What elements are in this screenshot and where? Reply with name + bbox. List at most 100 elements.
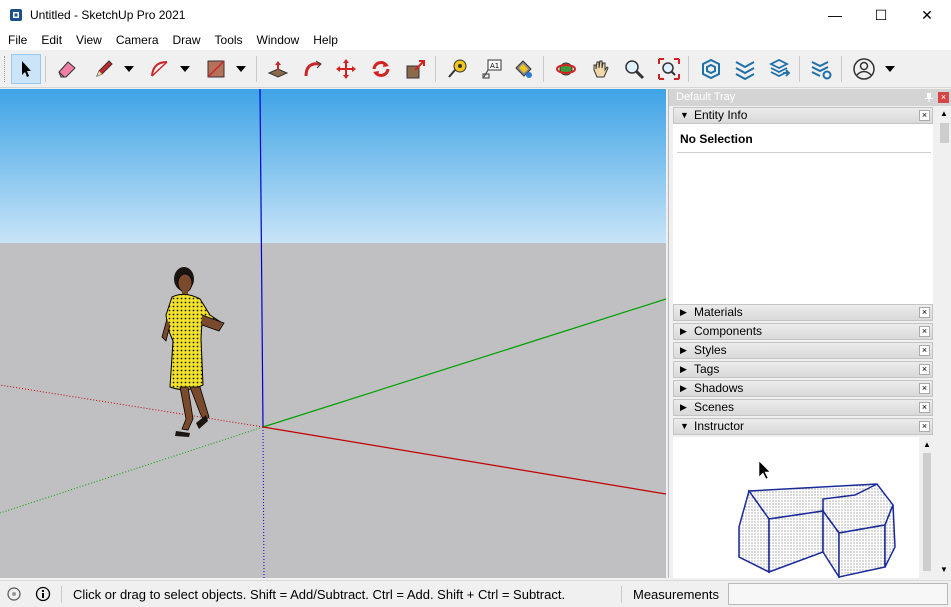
panel-close-button[interactable]: × <box>919 383 930 394</box>
menu-tools[interactable]: Tools <box>208 30 250 50</box>
panel-label: Instructor <box>694 419 745 433</box>
eraser-tool-button[interactable] <box>52 54 82 84</box>
info-icon[interactable] <box>35 586 51 602</box>
panel-materials-header[interactable]: ▶ Materials × <box>673 304 933 321</box>
follow-me-tool-button[interactable] <box>298 54 328 84</box>
panel-close-button[interactable]: × <box>919 402 930 413</box>
expand-arrow-icon: ▶ <box>680 364 687 374</box>
panel-label: Scenes <box>694 400 735 414</box>
tray-header: Default Tray × <box>669 89 951 106</box>
rectangle-tool-button[interactable] <box>201 54 231 84</box>
menu-help[interactable]: Help <box>306 30 345 50</box>
paint-bucket-tool-button[interactable] <box>508 54 538 84</box>
scale-icon <box>406 60 425 79</box>
tape-measure-tool-button[interactable] <box>442 54 472 84</box>
menu-file[interactable]: File <box>1 30 34 50</box>
3d-warehouse-button[interactable] <box>696 54 726 84</box>
instructor-body <box>673 437 919 578</box>
extension-manager-icon <box>811 61 832 80</box>
panel-close-button[interactable]: × <box>919 345 930 356</box>
extension-warehouse-icon <box>735 61 755 80</box>
minimize-button[interactable]: — <box>812 0 858 30</box>
menu-view[interactable]: View <box>69 30 109 50</box>
panel-instructor-header[interactable]: ▼ Instructor × <box>673 418 933 435</box>
orbit-tool-button[interactable] <box>551 54 581 84</box>
rectangle-dropdown[interactable] <box>234 54 248 84</box>
panel-shadows-header[interactable]: ▶ Shadows × <box>673 380 933 397</box>
panel-label: Entity Info <box>694 108 748 122</box>
zoom-extents-icon <box>658 58 680 80</box>
zoom-tool-button[interactable] <box>619 54 649 84</box>
tape-measure-icon <box>448 59 467 78</box>
status-divider <box>621 586 622 603</box>
panel-close-button[interactable]: × <box>919 110 930 121</box>
account-dropdown[interactable] <box>883 54 897 84</box>
measurements-input[interactable] <box>728 583 948 605</box>
toolbar-separator <box>841 56 842 82</box>
menu-window[interactable]: Window <box>250 30 307 50</box>
account-button[interactable] <box>849 54 879 84</box>
panel-close-button[interactable]: × <box>919 307 930 318</box>
title-bar: Untitled - SketchUp Pro 2021 — ☐ ✕ <box>0 0 951 30</box>
pan-tool-button[interactable] <box>585 54 615 84</box>
menu-camera[interactable]: Camera <box>109 30 166 50</box>
instructor-scrollbar[interactable]: ▲ <box>920 437 934 578</box>
pin-icon[interactable] <box>924 92 934 102</box>
pencil-tool-button[interactable] <box>89 54 119 84</box>
scroll-down-icon[interactable]: ▼ <box>940 565 948 574</box>
panel-tags-header[interactable]: ▶ Tags × <box>673 361 933 378</box>
sketchup-window: Untitled - SketchUp Pro 2021 — ☐ ✕ File … <box>0 0 951 607</box>
menu-edit[interactable]: Edit <box>34 30 69 50</box>
scale-figure[interactable] <box>161 267 225 437</box>
panel-close-button[interactable]: × <box>919 364 930 375</box>
toolbar-separator <box>435 56 436 82</box>
send-to-layout-button[interactable] <box>765 54 795 84</box>
panel-entity-info-header[interactable]: ▼ Entity Info × <box>673 107 933 124</box>
move-tool-button[interactable] <box>331 54 361 84</box>
measurements-label: Measurements <box>633 587 719 602</box>
scroll-thumb[interactable] <box>923 453 931 571</box>
tray-scrollbar[interactable]: ▲ ▼ <box>937 107 951 578</box>
toolbar-grip[interactable] <box>4 56 7 82</box>
paint-bucket-icon <box>515 60 532 78</box>
tray-close-button[interactable]: × <box>938 92 949 103</box>
select-tool-button[interactable] <box>11 54 41 84</box>
scale-tool-button[interactable] <box>401 54 431 84</box>
orbit-icon <box>556 62 576 76</box>
arc-tool-button[interactable] <box>145 54 175 84</box>
selection-status: No Selection <box>680 132 753 146</box>
panel-components-header[interactable]: ▶ Components × <box>673 323 933 340</box>
modeling-viewport[interactable] <box>0 89 666 578</box>
rotate-tool-button[interactable] <box>366 54 396 84</box>
divider <box>677 152 931 153</box>
extension-warehouse-button[interactable] <box>730 54 760 84</box>
arc-dropdown[interactable] <box>178 54 192 84</box>
push-pull-tool-button[interactable] <box>263 54 293 84</box>
rotate-icon <box>372 61 390 77</box>
pencil-dropdown[interactable] <box>122 54 136 84</box>
geo-location-icon[interactable] <box>6 586 22 602</box>
chevron-down-icon <box>236 66 246 72</box>
maximize-button[interactable]: ☐ <box>858 0 904 30</box>
panel-scenes-header[interactable]: ▶ Scenes × <box>673 399 933 416</box>
arc-icon <box>151 61 168 77</box>
panel-close-button[interactable]: × <box>919 421 930 432</box>
scroll-up-icon[interactable]: ▲ <box>940 109 948 118</box>
extension-manager-button[interactable] <box>806 54 836 84</box>
zoom-extents-tool-button[interactable] <box>654 54 684 84</box>
scroll-thumb[interactable] <box>940 123 949 143</box>
expand-arrow-icon: ▶ <box>680 345 687 355</box>
expand-arrow-icon: ▶ <box>680 326 687 336</box>
panel-label: Components <box>694 324 763 338</box>
sketchup-app-icon <box>10 9 22 21</box>
panel-label: Tags <box>694 362 720 376</box>
status-hint: Click or drag to select objects. Shift =… <box>73 587 566 602</box>
close-button[interactable]: ✕ <box>904 0 950 30</box>
menu-draw[interactable]: Draw <box>166 30 208 50</box>
panel-styles-header[interactable]: ▶ Styles × <box>673 342 933 359</box>
panel-close-button[interactable]: × <box>919 326 930 337</box>
text-tool-button[interactable]: A1 <box>477 54 507 84</box>
collapse-arrow-icon: ▼ <box>680 110 689 120</box>
scroll-up-icon[interactable]: ▲ <box>923 440 931 449</box>
tray-title: Default Tray <box>676 91 736 103</box>
